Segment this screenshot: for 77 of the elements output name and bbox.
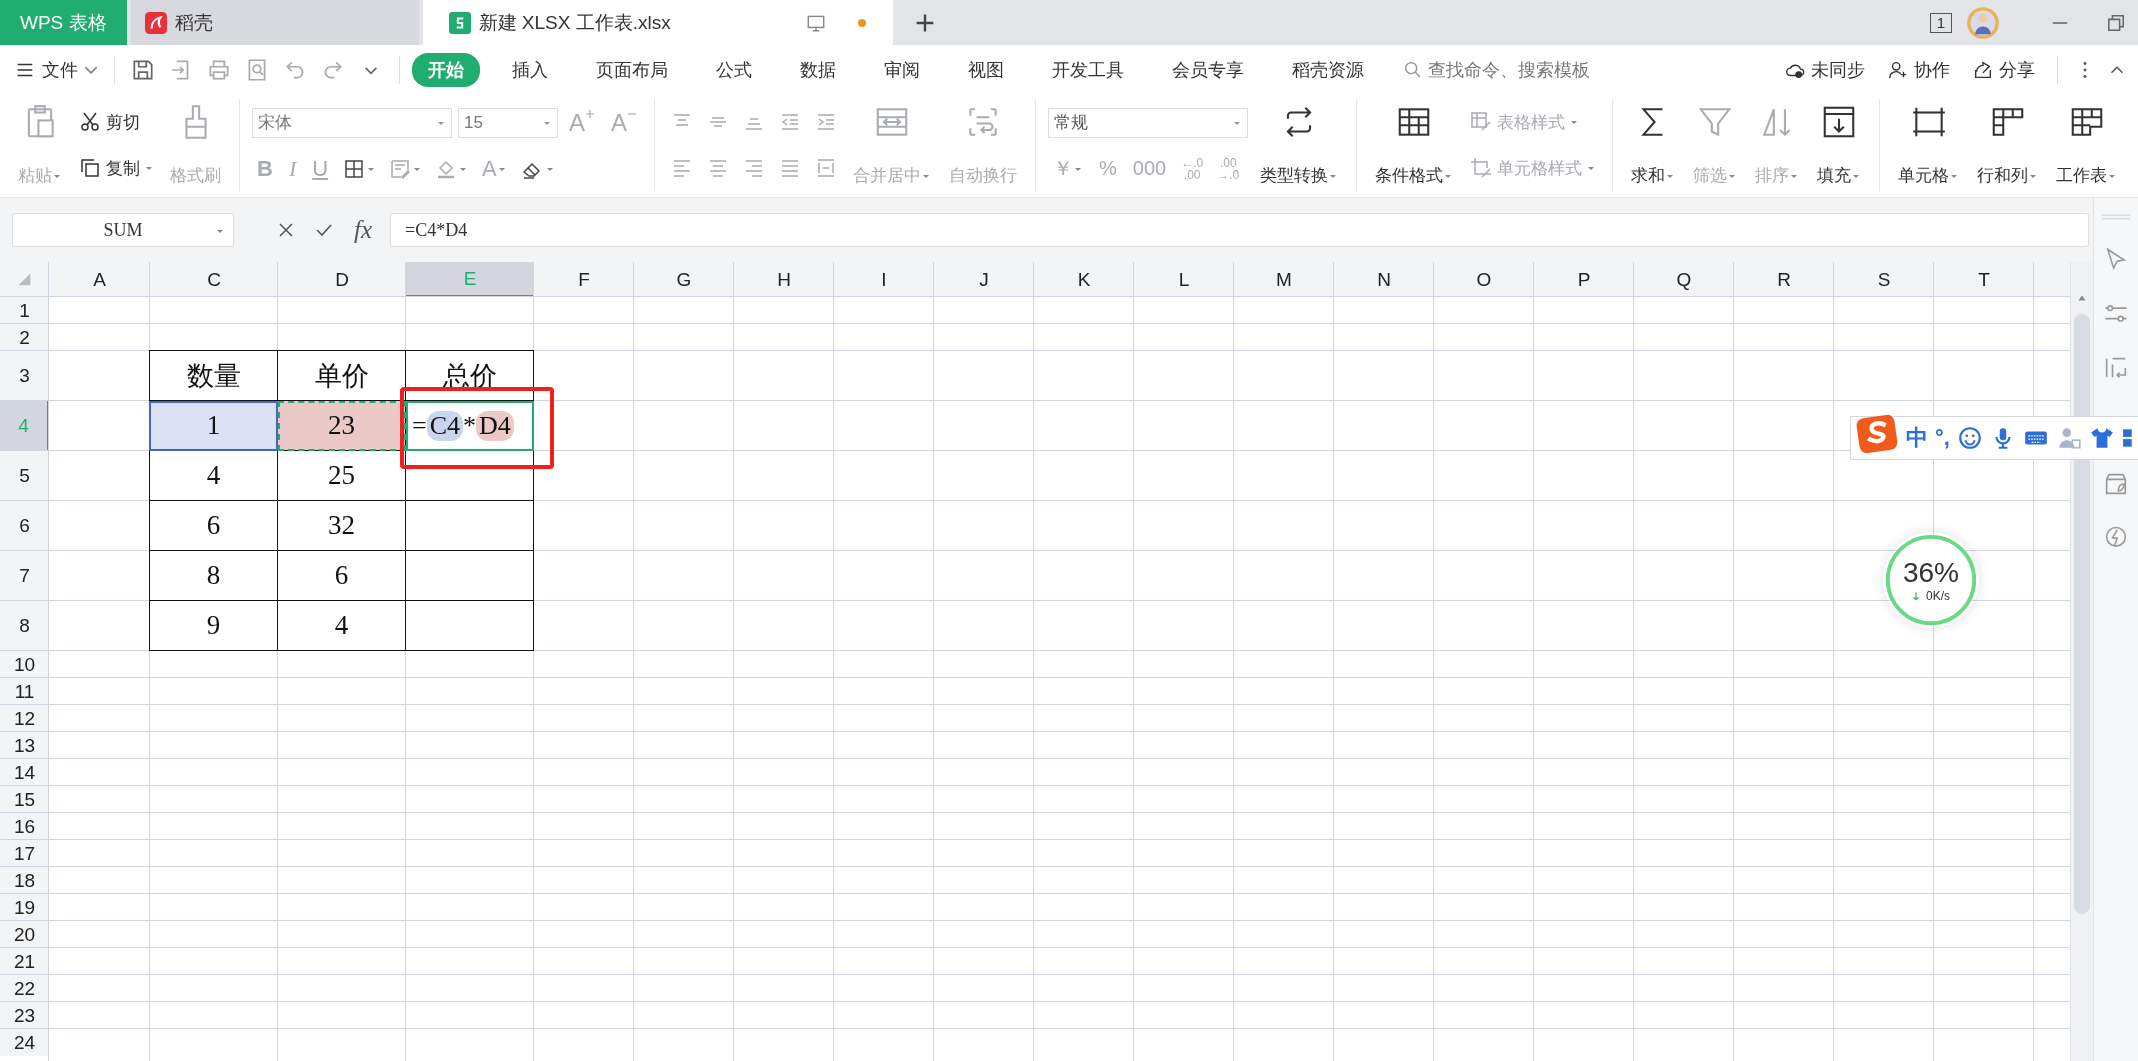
speed-reading: 0K/s — [1912, 589, 1950, 603]
column-header[interactable]: D — [278, 262, 406, 297]
ribbon-tab[interactable]: 数据 — [784, 53, 852, 87]
ribbon-tab[interactable]: 插入 — [496, 53, 564, 87]
document-tab[interactable]: 稻壳 — [130, 0, 419, 45]
cells-button[interactable]: 单元格 — [1892, 99, 1966, 191]
row-header[interactable]: 5 — [0, 451, 49, 501]
font-field[interactable]: 宋体 — [252, 107, 452, 138]
cell-reference: C4 — [426, 410, 463, 441]
row-header[interactable]: 7 — [0, 551, 49, 601]
ribbon-tab[interactable]: 稻壳资源 — [1276, 53, 1380, 87]
table-cell: 4 — [149, 451, 278, 501]
sum-button[interactable]: 求和 — [1625, 99, 1682, 191]
cell-reference: D4 — [476, 410, 514, 441]
column-header[interactable]: R — [1734, 262, 1834, 297]
convert-button[interactable]: 类型转换 — [1254, 99, 1345, 191]
formula-operator: * — [463, 410, 476, 441]
active-cell[interactable]: =C4*D4 — [406, 401, 534, 451]
column-header[interactable]: J — [934, 262, 1034, 297]
sheet-button[interactable]: 工作表 — [2050, 99, 2124, 191]
sync-button[interactable]: 未同步 — [1778, 57, 1871, 83]
column-header[interactable]: K — [1034, 262, 1134, 297]
table-cell: 4 — [278, 601, 406, 651]
column-header[interactable]: P — [1534, 262, 1634, 297]
column-header[interactable]: O — [1434, 262, 1534, 297]
row-header[interactable]: 8 — [0, 601, 49, 651]
column-header[interactable]: T — [1934, 262, 2034, 297]
ribbon-tab[interactable]: 会员专享 — [1156, 53, 1260, 87]
table-cell: 32 — [278, 501, 406, 551]
share-button[interactable]: 分享 — [1966, 57, 2041, 83]
ribbon-tab[interactable]: 开发工具 — [1036, 53, 1140, 87]
table-cell: 9 — [149, 601, 278, 651]
ribbon-tab[interactable]: 审阅 — [868, 53, 936, 87]
table-cell: 6 — [278, 551, 406, 601]
number-format-field[interactable]: 常规 — [1048, 107, 1249, 138]
document-tab[interactable]: 新建 XLSX 工作表.xlsx — [422, 0, 893, 45]
table-cell: 8 — [149, 551, 278, 601]
formula-field[interactable]: =C4*D4 — [390, 213, 2089, 247]
ribbon-tab[interactable]: 页面布局 — [580, 53, 684, 87]
column-header[interactable]: I — [834, 262, 934, 297]
table-cell: 数量 — [149, 350, 278, 401]
formula-operator: = — [412, 410, 427, 441]
cut-button[interactable]: 剪切 — [74, 108, 144, 136]
column-header[interactable]: G — [634, 262, 734, 297]
conditional-button[interactable]: 条件格式 — [1369, 99, 1460, 191]
collab-button[interactable]: 协作 — [1881, 57, 1956, 83]
row-header[interactable]: 6 — [0, 501, 49, 551]
column-header[interactable]: F — [534, 262, 634, 297]
column-header[interactable]: L — [1134, 262, 1234, 297]
network-speed-widget[interactable]: 36% 0K/s — [1883, 532, 1979, 628]
window-count-button[interactable]: 1 — [1929, 12, 1952, 33]
table-cell: 25 — [278, 451, 406, 501]
column-header[interactable]: S — [1834, 262, 1934, 297]
column-header[interactable]: H — [734, 262, 834, 297]
rowcol-button[interactable]: 行和列 — [1971, 99, 2045, 191]
search-field[interactable]: 查找命令、搜索模板 — [1402, 58, 1650, 82]
column-header[interactable]: N — [1334, 262, 1434, 297]
usage-percent: 36% — [1902, 557, 1959, 589]
punctuation-toggle[interactable]: °, — [1935, 425, 1950, 451]
fill-button[interactable]: 填充 — [1811, 99, 1868, 191]
table-cell: 1 — [149, 401, 278, 451]
file-menu-button[interactable]: 文件 — [10, 58, 102, 82]
input-mode-toggle[interactable]: 中 — [1906, 423, 1928, 453]
ribbon-tab[interactable]: 视图 — [952, 53, 1020, 87]
row-header[interactable]: 24 — [0, 1029, 49, 1056]
font-size-field[interactable]: 15 — [458, 107, 558, 138]
column-header[interactable]: C — [150, 262, 278, 297]
column-header[interactable]: A — [49, 262, 150, 297]
column-header[interactable]: M — [1234, 262, 1334, 297]
row-header[interactable]: 3 — [0, 351, 49, 401]
column-header[interactable]: Q — [1634, 262, 1734, 297]
insert-function-button[interactable]: fx — [350, 216, 377, 244]
copy-button[interactable]: 复制 — [74, 154, 158, 182]
ribbon-tab[interactable]: 公式 — [700, 53, 768, 87]
name-box[interactable]: SUM — [12, 213, 234, 247]
table-cell: 6 — [149, 501, 278, 551]
table-cell: 23 — [278, 401, 406, 451]
